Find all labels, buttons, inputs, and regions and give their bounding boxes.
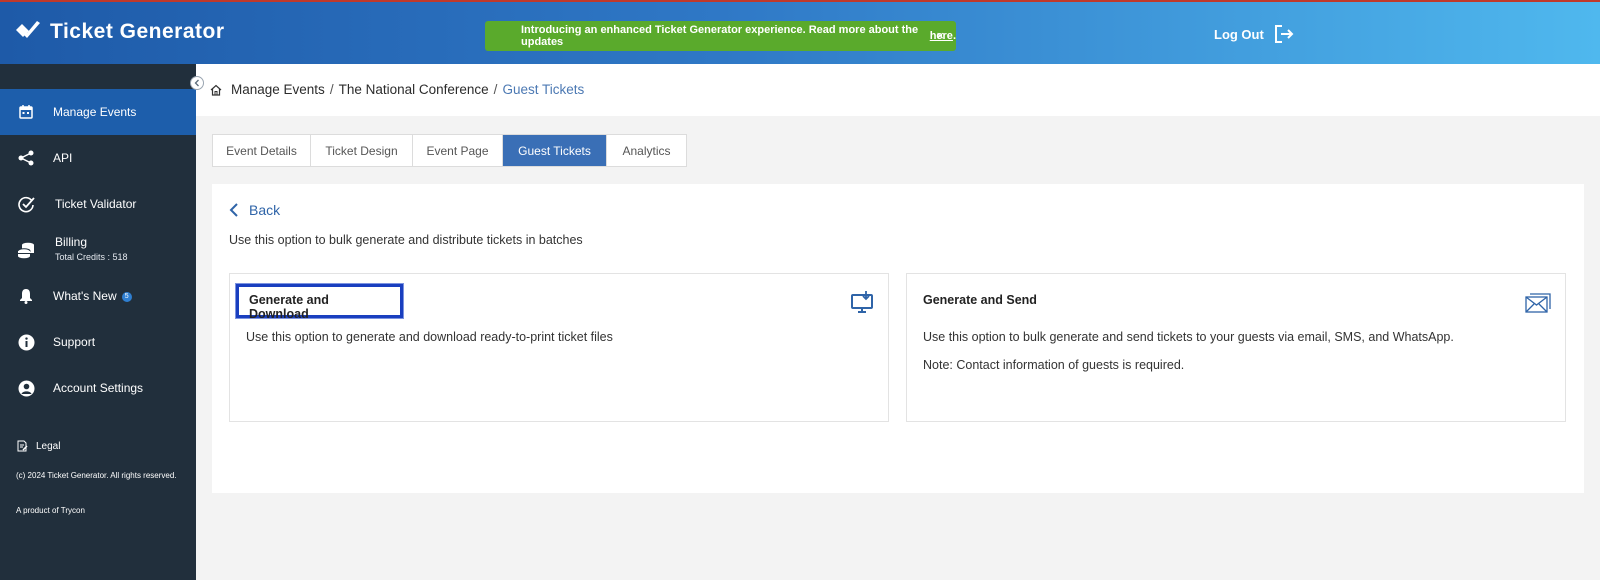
monitor-download-icon (851, 291, 873, 313)
whats-new-badge: 5 (121, 292, 132, 302)
copyright-text: (c) 2024 Ticket Generator. All rights re… (16, 471, 177, 480)
banner-period: . (952, 30, 956, 42)
breadcrumb-manage-events[interactable]: Manage Events (231, 82, 325, 97)
card-title: Generate and Download (235, 283, 404, 321)
banner-text: Introducing an enhanced Ticket Generator… (521, 24, 919, 48)
banner-close-button[interactable]: × (936, 28, 944, 43)
coins-icon (17, 241, 35, 259)
breadcrumb-separator: / (329, 82, 334, 97)
announcement-banner: Introducing an enhanced Ticket Generator… (485, 21, 956, 51)
breadcrumb: Manage Events / The National Conference … (210, 82, 584, 97)
sidebar: Manage Events API Ticket Validator Billi… (0, 64, 196, 580)
sidebar-item-label: Billing (55, 235, 88, 249)
sidebar-item-label: Manage Events (53, 105, 137, 119)
calendar-icon (17, 103, 35, 121)
sidebar-collapse-button[interactable] (190, 76, 204, 90)
tab-analytics[interactable]: Analytics (607, 135, 686, 166)
user-circle-icon (17, 379, 35, 397)
ticket-logo-icon (16, 21, 40, 38)
back-button[interactable]: Back (229, 202, 280, 218)
card-description: Use this option to bulk generate and sen… (923, 330, 1454, 344)
generate-and-send-card[interactable]: Generate and Send Use this option to bul… (906, 273, 1566, 422)
sidebar-item-label: What's New 5 (53, 289, 132, 303)
sidebar-item-manage-events[interactable]: Manage Events (0, 89, 196, 135)
whats-new-label: What's New (53, 289, 117, 303)
check-circle-icon (17, 195, 35, 213)
total-credits: Total Credits : 518 (55, 252, 128, 262)
tab-event-details[interactable]: Event Details (213, 135, 311, 166)
breadcrumb-bar: Manage Events / The National Conference … (196, 64, 1600, 116)
back-label: Back (249, 202, 281, 218)
breadcrumb-event[interactable]: The National Conference (339, 82, 489, 97)
logout-label: Log Out (1214, 26, 1264, 42)
legal-link[interactable]: Legal (17, 440, 60, 452)
event-tabs: Event Details Ticket Design Event Page G… (212, 134, 687, 167)
bell-icon (17, 287, 35, 305)
sidebar-item-label: Support (53, 335, 96, 349)
chevron-left-icon (229, 203, 238, 217)
sidebar-item-whats-new[interactable]: What's New 5 (0, 273, 196, 319)
sidebar-item-label: Ticket Validator (55, 197, 137, 211)
chevron-left-icon (194, 79, 199, 87)
sidebar-item-support[interactable]: Support (0, 319, 196, 365)
logout-icon (1274, 25, 1294, 43)
share-nodes-icon (17, 149, 35, 167)
app-name: Ticket Generator (50, 20, 225, 43)
sidebar-item-label: API (53, 151, 73, 165)
breadcrumb-separator: / (493, 82, 498, 97)
tab-event-page[interactable]: Event Page (413, 135, 503, 166)
top-header: Ticket Generator Introducing an enhanced… (0, 0, 1600, 64)
sidebar-item-label: Account Settings (53, 381, 144, 395)
tab-ticket-design[interactable]: Ticket Design (311, 135, 413, 166)
card-title: Generate and Send (923, 293, 1037, 307)
guest-tickets-panel: Back Use this option to bulk generate an… (212, 184, 1584, 493)
sidebar-item-api[interactable]: API (0, 135, 196, 181)
tab-guest-tickets[interactable]: Guest Tickets (503, 135, 607, 166)
home-icon[interactable] (210, 84, 222, 96)
logout-button[interactable]: Log Out (1214, 25, 1294, 43)
sidebar-item-billing[interactable]: Billing Total Credits : 518 (0, 227, 196, 273)
sidebar-item-ticket-validator[interactable]: Ticket Validator (0, 181, 196, 227)
envelope-send-icon (1525, 293, 1551, 313)
breadcrumb-current: Guest Tickets (502, 82, 585, 97)
app-logo[interactable]: Ticket Generator (16, 20, 225, 44)
generate-and-download-card[interactable]: Generate and Download Use this option to… (229, 273, 889, 422)
card-description: Use this option to generate and download… (246, 330, 613, 344)
card-note: Note: Contact information of guests is r… (923, 358, 1185, 372)
legal-label: Legal (36, 440, 61, 452)
sidebar-item-account-settings[interactable]: Account Settings (0, 365, 196, 411)
product-credit: A product of Trycon (16, 506, 85, 515)
info-icon (17, 333, 35, 351)
intro-text: Use this option to bulk generate and dis… (229, 233, 583, 247)
document-edit-icon (17, 440, 28, 452)
